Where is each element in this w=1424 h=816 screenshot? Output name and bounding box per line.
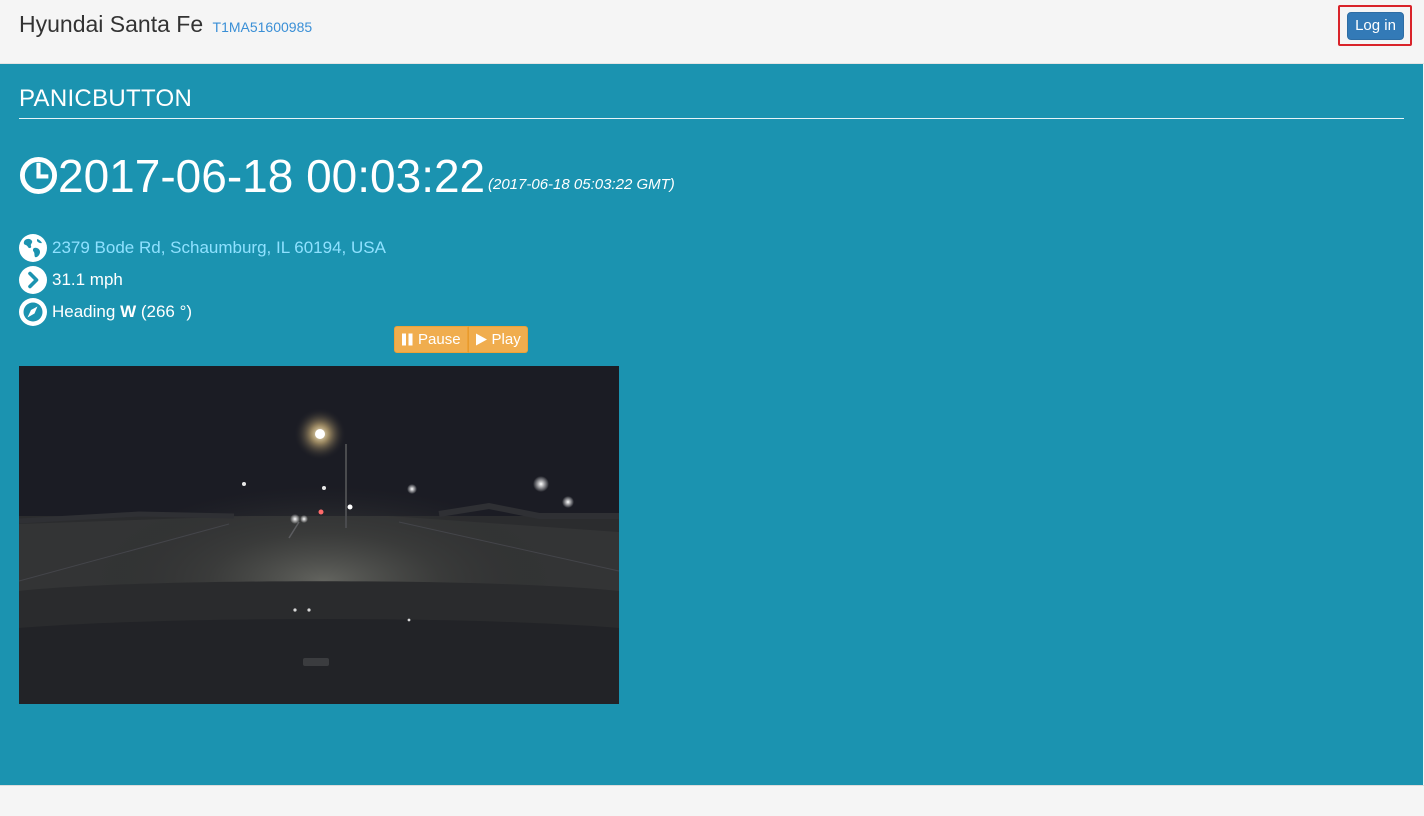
heading-prefix: Heading	[52, 302, 116, 321]
play-label: Play	[491, 331, 521, 348]
heading-direction: W	[120, 302, 137, 321]
vehicle-name: Hyundai Santa Fe	[19, 11, 204, 37]
speed-value: 31.1 mph	[52, 270, 123, 289]
play-icon	[475, 333, 487, 346]
playback-controls: Pause Play	[394, 326, 528, 353]
login-button[interactable]: Log in	[1347, 12, 1404, 40]
heading-text: Heading W (266 °)	[52, 302, 192, 322]
event-panel: PANICBUTTON 2017-06-18 00:03:22 (2017-06…	[0, 64, 1423, 785]
top-navbar: Hyundai Santa Fe T1MA51600985 Log in	[0, 0, 1424, 64]
dashcam-frame	[19, 366, 619, 704]
clock-icon	[19, 156, 58, 195]
pause-icon	[402, 333, 413, 346]
event-type-title: PANICBUTTON	[19, 85, 193, 112]
play-button[interactable]: Play	[467, 326, 528, 353]
gmt-time: (2017-06-18 05:03:22 GMT)	[488, 176, 675, 193]
local-time: 2017-06-18 00:03:22	[58, 150, 486, 202]
page-footer	[0, 785, 1424, 816]
compass-icon	[19, 298, 47, 326]
pause-label: Pause	[418, 331, 461, 348]
vin-link[interactable]: T1MA51600985	[213, 19, 313, 35]
title-divider	[19, 118, 1404, 119]
heading-degrees: (266 °)	[140, 302, 193, 321]
dashcam-video[interactable]	[19, 366, 619, 704]
vehicle-title: Hyundai Santa Fe T1MA51600985	[19, 11, 312, 38]
address-link[interactable]: 2379 Bode Rd, Schaumburg, IL 60194, USA	[52, 238, 386, 258]
globe-icon	[19, 234, 47, 262]
chevron-right-icon	[19, 266, 47, 294]
pause-button[interactable]: Pause	[394, 326, 468, 353]
